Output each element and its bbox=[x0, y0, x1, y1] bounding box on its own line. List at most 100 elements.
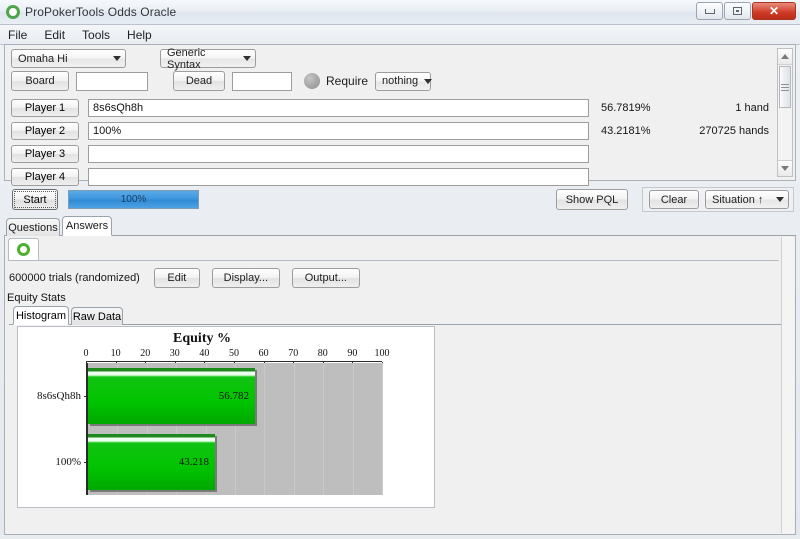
app-window: ProPokerTools Odds Oracle ✕ File Edit To… bbox=[0, 0, 800, 539]
require-label: Require bbox=[326, 74, 369, 88]
chart-plot-area: 56.782 8s6sQh8h 43.218 100% bbox=[37, 363, 383, 495]
chart-category-tick bbox=[84, 462, 88, 463]
close-button[interactable]: ✕ bbox=[752, 2, 796, 20]
chart-tick-label: 60 bbox=[258, 348, 269, 359]
progress-bar: 100% bbox=[68, 190, 199, 209]
chart-bar-slot: 56.782 8s6sQh8h bbox=[37, 363, 382, 429]
player-row: Player 3 bbox=[11, 143, 769, 164]
selector-row: Omaha Hi Generic Syntax bbox=[11, 46, 256, 71]
window-title: ProPokerTools Odds Oracle bbox=[25, 5, 177, 19]
tab-result-logo[interactable] bbox=[8, 238, 39, 260]
player-3-button[interactable]: Player 3 bbox=[11, 144, 79, 163]
chart-bar-slot: 43.218 100% bbox=[55, 429, 382, 495]
query-panel: Omaha Hi Generic Syntax Board Dead Requi… bbox=[4, 44, 796, 186]
chart-title: Equity % bbox=[173, 331, 231, 346]
require-select[interactable]: nothing bbox=[375, 71, 433, 91]
tab-answers[interactable]: Answers bbox=[62, 216, 112, 236]
players-list: Player 1 8s6sQh8h 56.7819% 1 hand Player… bbox=[11, 97, 769, 189]
chart-x-axis-tick-labels: 0 10 20 30 40 50 60 70 80 90 100 bbox=[83, 348, 390, 362]
green-ring-logo-icon bbox=[17, 243, 30, 256]
player-1-equity: 56.7819% bbox=[601, 101, 651, 114]
app-logo-icon bbox=[6, 5, 20, 19]
grip-icon bbox=[781, 82, 789, 93]
syntax-value: Generic Syntax bbox=[167, 46, 206, 71]
tab-questions[interactable]: Questions bbox=[6, 218, 60, 236]
chevron-down-icon bbox=[424, 78, 433, 84]
window-bottom-edge bbox=[0, 535, 800, 539]
board-button[interactable]: Board bbox=[11, 71, 69, 91]
triangle-up-icon bbox=[781, 54, 789, 59]
menu-item-help[interactable]: Help bbox=[125, 27, 154, 43]
minimize-icon bbox=[704, 8, 715, 14]
menu-item-file[interactable]: File bbox=[6, 27, 29, 43]
chevron-down-icon bbox=[113, 56, 121, 61]
chevron-down-icon bbox=[776, 197, 784, 202]
equity-histogram-chart: Equity % 0 10 20 30 40 50 60 70 80 90 100 56.782 8s… bbox=[17, 326, 435, 508]
chart-tick-label: 30 bbox=[169, 348, 180, 359]
chart-tick-label: 100 bbox=[374, 348, 390, 359]
player-row: Player 2 100% 43.2181% 270725 hands bbox=[11, 120, 769, 141]
syntax-select[interactable]: Generic Syntax bbox=[160, 46, 256, 71]
menu-bar: File Edit Tools Help bbox=[0, 25, 800, 45]
chart-tick-label: 50 bbox=[229, 348, 239, 359]
equity-stats-label: Equity Stats bbox=[7, 292, 66, 304]
tab-histogram[interactable]: Histogram bbox=[13, 306, 69, 325]
chevron-down-icon bbox=[243, 56, 251, 61]
output-button[interactable]: Output... bbox=[291, 268, 360, 288]
main-tabstrip: Questions Answers bbox=[4, 216, 796, 236]
player-1-button[interactable]: Player 1 bbox=[11, 98, 79, 117]
player-row: Player 1 8s6sQh8h 56.7819% 1 hand bbox=[11, 97, 769, 118]
board-dead-row: Board Dead Require nothing bbox=[11, 71, 433, 91]
game-type-select[interactable]: Omaha Hi bbox=[11, 49, 126, 68]
situation-select[interactable]: Situation ↑ bbox=[705, 190, 789, 209]
menu-item-edit[interactable]: Edit bbox=[42, 27, 67, 43]
player-4-hand-input[interactable] bbox=[88, 167, 589, 186]
minimize-button[interactable] bbox=[696, 2, 723, 20]
chart-tick-label: 0 bbox=[83, 348, 89, 359]
players-scrollbar[interactable] bbox=[777, 48, 793, 177]
window-controls: ✕ bbox=[696, 2, 796, 20]
player-2-button[interactable]: Player 2 bbox=[11, 121, 79, 140]
scroll-down-button[interactable] bbox=[778, 160, 792, 176]
clear-button[interactable]: Clear bbox=[649, 190, 699, 209]
player-1-hand-count: 1 hand bbox=[735, 101, 769, 114]
game-type-value: Omaha Hi bbox=[18, 52, 68, 65]
situation-value: Situation ↑ bbox=[712, 193, 764, 206]
maximize-button[interactable] bbox=[724, 2, 751, 20]
player-1-hand-input[interactable]: 8s6sQh8h bbox=[88, 98, 589, 117]
player-4-button[interactable]: Player 4 bbox=[11, 167, 79, 186]
dead-input[interactable] bbox=[232, 71, 292, 91]
chart-tick-label: 70 bbox=[288, 348, 299, 359]
answers-panel: 600000 trials (randomized) Edit Display.… bbox=[4, 236, 796, 535]
show-pql-button[interactable]: Show PQL bbox=[556, 189, 628, 210]
require-value: nothing bbox=[382, 75, 419, 87]
player-2-equity: 43.2181% bbox=[601, 124, 651, 137]
equity-stats-tabstrip: Histogram Raw Data bbox=[9, 306, 785, 325]
menu-item-tools[interactable]: Tools bbox=[80, 27, 112, 43]
start-button[interactable]: Start bbox=[12, 189, 58, 210]
maximize-icon bbox=[733, 7, 742, 15]
progress-bar-fill: 100% bbox=[69, 191, 198, 208]
chart-tick-label: 20 bbox=[140, 348, 151, 359]
scrollbar-thumb[interactable] bbox=[779, 66, 791, 108]
scroll-up-button[interactable] bbox=[778, 49, 792, 65]
action-bar: Start 100% Show PQL Clear Situation ↑ bbox=[0, 185, 800, 215]
player-3-hand-input[interactable] bbox=[88, 144, 589, 163]
trials-count-label: 600000 trials (randomized) bbox=[9, 272, 140, 284]
edit-button[interactable]: Edit bbox=[153, 268, 200, 288]
chart-tick-label: 40 bbox=[199, 348, 210, 359]
chart-tick-label: 10 bbox=[110, 348, 121, 359]
tab-raw-data[interactable]: Raw Data bbox=[71, 307, 123, 325]
dead-button[interactable]: Dead bbox=[173, 71, 225, 91]
player-2-hand-input[interactable]: 100% bbox=[88, 121, 589, 140]
chart-bar: 56.782 bbox=[88, 368, 255, 424]
chart-tick-label: 90 bbox=[347, 348, 358, 359]
display-button[interactable]: Display... bbox=[211, 268, 280, 288]
chart-tick-label: 80 bbox=[317, 348, 328, 359]
chart-category-label: 8s6sQh8h bbox=[36, 390, 81, 402]
answers-scrollbar[interactable] bbox=[781, 237, 794, 533]
chart-category-label: 100% bbox=[55, 456, 81, 468]
board-input[interactable] bbox=[76, 71, 148, 91]
player-row: Player 4 bbox=[11, 166, 769, 187]
chart-bar-value-label: 43.218 bbox=[178, 455, 210, 468]
